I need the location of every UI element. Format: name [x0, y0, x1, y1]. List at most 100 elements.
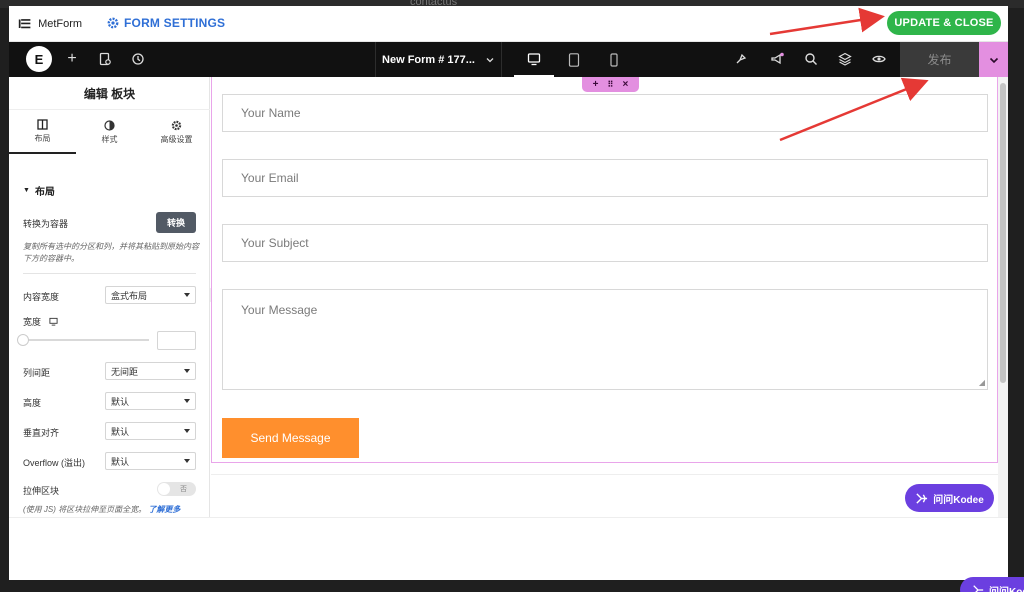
desktop-icon: [527, 52, 541, 65]
name-placeholder: Your Name: [241, 106, 301, 120]
structure-layers-icon[interactable]: [837, 51, 853, 67]
height-select[interactable]: 默认: [105, 392, 196, 410]
add-element-icon[interactable]: +: [64, 50, 80, 67]
section-separator: [211, 474, 998, 475]
document-title-dropdown[interactable]: New Form # 177...: [375, 42, 502, 77]
tablet-view-button[interactable]: [554, 42, 594, 77]
metform-header: I☰ MetForm FORM SETTINGS UPDATE & CLOSE: [9, 6, 1008, 42]
scrollbar-thumb[interactable]: [1000, 83, 1006, 383]
drag-handle-icon[interactable]: ⠿: [608, 80, 614, 89]
width-input[interactable]: [157, 331, 196, 350]
close-icon[interactable]: ×: [623, 79, 629, 90]
toggle-knob: [158, 483, 170, 495]
tab-style[interactable]: 样式: [76, 110, 143, 154]
section-handle[interactable]: + ⠿ ×: [582, 77, 639, 92]
page-settings-icon[interactable]: [97, 51, 113, 67]
metform-logo-icon: I☰: [18, 17, 31, 31]
metform-logo: I☰ MetForm: [18, 17, 82, 31]
layout-section-toggle[interactable]: ▼ 布局: [23, 183, 55, 198]
caret-down-icon: [184, 459, 190, 463]
vertical-align-label: 垂直对齐: [23, 428, 60, 438]
ask-kodee-button[interactable]: 问问Kodee: [905, 484, 994, 512]
tab-style-label: 样式: [101, 134, 118, 144]
publish-button[interactable]: 发布: [900, 42, 979, 77]
kodee-sparkle-icon: [916, 492, 928, 504]
app-name: MetForm: [38, 18, 83, 30]
chevron-down-icon: [486, 57, 494, 62]
content-width-value: 盒式布局: [111, 290, 148, 301]
height-value: 默认: [111, 396, 130, 407]
vertical-align-select[interactable]: 默认: [105, 422, 196, 440]
gear-icon: [107, 17, 119, 29]
content-width-label: 内容宽度: [23, 292, 60, 302]
form-settings-button[interactable]: FORM SETTINGS: [107, 16, 225, 30]
caret-down-icon: [184, 429, 190, 433]
caret-down-icon: [184, 293, 190, 297]
search-icon[interactable]: [803, 51, 819, 67]
layout-section-title: 布局: [34, 187, 55, 198]
desktop-view-button[interactable]: [514, 42, 554, 77]
subject-input[interactable]: Your Subject: [222, 224, 988, 262]
update-close-button[interactable]: UPDATE & CLOSE: [887, 11, 1001, 35]
document-title: New Form # 177...: [382, 53, 475, 66]
mobile-view-button[interactable]: [594, 42, 634, 77]
caret-down-icon: ▼: [23, 187, 30, 194]
settings-panel: 编辑 板块 布局 样式 高级设置 ▼ 布局 转换为容器 转换 复制所有选中的分区…: [9, 77, 210, 517]
overflow-value: 默认: [111, 456, 130, 467]
stretch-note: (使用 JS) 将区块拉伸至页面全宽。: [23, 505, 147, 514]
width-slider-handle[interactable]: [17, 334, 29, 346]
stretch-note-row: (使用 JS) 将区块拉伸至页面全宽。 了解更多: [23, 504, 180, 515]
ask-kodee-label-clipped: 问问Kod: [989, 586, 1024, 592]
contrast-icon: [104, 119, 115, 131]
email-placeholder: Your Email: [241, 171, 299, 185]
kodee-sparkle-icon: [973, 585, 984, 592]
tab-layout-label: 布局: [34, 133, 51, 143]
tablet-icon: [568, 52, 580, 67]
width-slider-track[interactable]: [23, 339, 149, 341]
editor-toolbar: E + New Form # 177... 发布: [9, 42, 1008, 77]
stretch-toggle[interactable]: 否: [157, 482, 196, 496]
add-section-icon[interactable]: +: [593, 79, 599, 90]
panel-title: 编辑 板块: [9, 77, 210, 110]
caret-down-icon: [184, 399, 190, 403]
site-settings-icon[interactable]: [733, 51, 749, 67]
overflow-label: Overflow (溢出): [23, 458, 86, 468]
stretch-toggle-state: 否: [180, 486, 187, 493]
canvas-scrollbar[interactable]: [998, 77, 1008, 517]
editor-window: I☰ MetForm FORM SETTINGS UPDATE & CLOSE …: [9, 6, 1008, 580]
tab-layout[interactable]: 布局: [9, 110, 76, 154]
publish-options-button[interactable]: [979, 42, 1008, 77]
height-label: 高度: [23, 398, 42, 408]
width-label-row: 宽度: [23, 315, 58, 328]
mobile-icon: [610, 52, 618, 67]
preview-eye-icon[interactable]: [871, 51, 887, 67]
desktop-icon[interactable]: [49, 317, 58, 326]
message-textarea[interactable]: Your Message ◢: [222, 289, 988, 390]
send-message-button[interactable]: Send Message: [222, 418, 359, 458]
elementor-logo-button[interactable]: E: [26, 46, 52, 72]
stretch-label: 拉伸区块: [23, 486, 60, 496]
overflow-select[interactable]: 默认: [105, 452, 196, 470]
notifications-icon[interactable]: [769, 51, 785, 67]
ask-kodee-button-clipped[interactable]: 问问Kod: [960, 577, 1024, 592]
tab-advanced[interactable]: 高级设置: [143, 110, 210, 154]
layout-icon: [37, 118, 48, 130]
editor-canvas: + ⠿ × Your Name Your Email Your Subject …: [211, 77, 1008, 517]
caret-down-icon: [184, 369, 190, 373]
email-input[interactable]: Your Email: [222, 159, 988, 197]
convert-button[interactable]: 转换: [156, 212, 196, 233]
width-label: 宽度: [23, 317, 42, 327]
bottom-area: [9, 517, 1008, 580]
name-input[interactable]: Your Name: [222, 94, 988, 132]
resize-grip-icon[interactable]: ◢: [979, 378, 985, 387]
convert-label: 转换为容器: [23, 219, 69, 229]
history-icon[interactable]: [130, 51, 146, 67]
gear-icon: [171, 120, 182, 130]
content-width-select[interactable]: 盒式布局: [105, 286, 196, 304]
learn-more-link[interactable]: 了解更多: [148, 505, 180, 514]
gap-value: 无间距: [111, 366, 139, 377]
subject-placeholder: Your Subject: [241, 236, 309, 250]
tab-advanced-label: 高级设置: [160, 134, 193, 144]
gap-select[interactable]: 无间距: [105, 362, 196, 380]
selected-section-frame: + ⠿ × Your Name Your Email Your Subject …: [211, 77, 998, 463]
